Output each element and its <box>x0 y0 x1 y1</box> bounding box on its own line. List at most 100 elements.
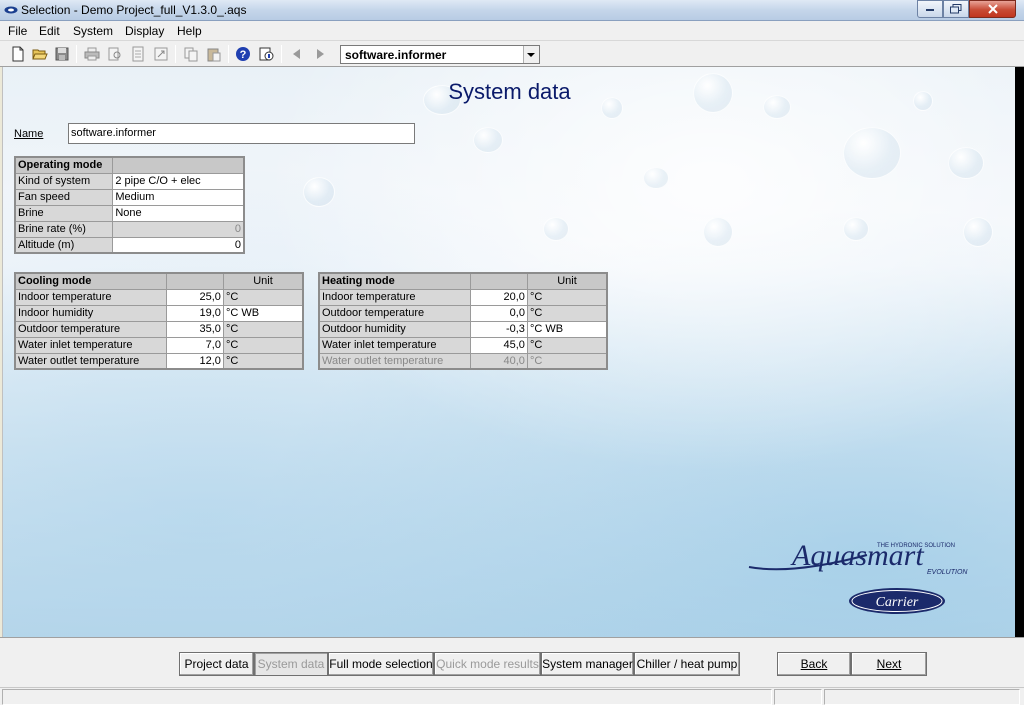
cooling-mode-grid: Cooling mode Unit Indoor temperature 25,… <box>14 272 304 370</box>
project-select-value: software.informer <box>345 48 447 62</box>
cooling-water-inlet-unit: °C <box>222 336 304 354</box>
quick-mode-results-button[interactable]: Quick mode results <box>434 652 541 676</box>
background-bubble <box>643 167 669 189</box>
fan-speed-value[interactable]: Medium <box>112 188 245 206</box>
heating-value-header <box>469 272 528 290</box>
cooling-indoor-humidity-unit[interactable]: °C WB <box>222 304 304 322</box>
cooling-water-inlet-value[interactable]: 7,0 <box>165 336 224 354</box>
title-bar: Selection - Demo Project_full_V1.3.0_.aq… <box>0 0 1024 21</box>
info-icon[interactable] <box>258 46 274 62</box>
chiller-heat-pump-button[interactable]: Chiller / heat pump <box>634 652 740 676</box>
cooling-indoor-humidity-label: Indoor humidity <box>14 304 167 322</box>
back-button[interactable]: Back <box>777 652 851 676</box>
export-icon[interactable] <box>153 46 169 62</box>
paste-icon[interactable] <box>206 46 222 62</box>
right-edge-bar <box>1015 67 1024 637</box>
kind-of-system-value[interactable]: 2 pipe C/O + elec <box>112 172 245 190</box>
cooling-water-inlet-label: Water inlet temperature <box>14 336 167 354</box>
next-button[interactable]: Next <box>851 652 927 676</box>
cooling-outdoor-temperature-unit: °C <box>222 320 304 338</box>
status-panel-main <box>2 689 772 705</box>
cooling-indoor-temperature-label: Indoor temperature <box>14 288 167 306</box>
main-panel: System data Name software.informer Opera… <box>2 67 1015 637</box>
system-manager-button[interactable]: System manager <box>541 652 634 676</box>
fan-speed-label: Fan speed <box>14 188 114 206</box>
toolbar-separator <box>281 45 282 63</box>
operating-mode-header-blank <box>112 156 245 174</box>
heating-outdoor-humidity-unit[interactable]: °C WB <box>526 320 608 338</box>
menu-system[interactable]: System <box>71 24 115 38</box>
cooling-water-outlet-label: Water outlet temperature <box>14 352 167 370</box>
full-mode-selection-button[interactable]: Full mode selection <box>328 652 434 676</box>
toolbar: ? software.informer <box>0 41 1024 67</box>
report-icon[interactable] <box>130 46 146 62</box>
logo-sub-text: EVOLUTION <box>927 569 968 576</box>
restore-button[interactable] <box>943 0 969 18</box>
logo-tagline-text: THE HYDRONIC SOLUTION <box>877 543 955 549</box>
toolbar-separator <box>175 45 176 63</box>
heating-unit-header: Unit <box>526 272 608 290</box>
bottom-nav-bar: Project data System data Full mode selec… <box>0 637 1024 687</box>
chevron-down-icon <box>527 53 535 57</box>
close-button[interactable] <box>969 0 1016 18</box>
kind-of-system-label: Kind of system <box>14 172 114 190</box>
print-icon[interactable] <box>84 46 100 62</box>
new-file-icon[interactable] <box>10 46 26 62</box>
name-input[interactable]: software.informer <box>68 123 415 144</box>
logo-maker-text: Carrier <box>876 595 919 610</box>
cooling-water-outlet-value[interactable]: 12,0 <box>165 352 224 370</box>
cooling-outdoor-temperature-value[interactable]: 35,0 <box>165 320 224 338</box>
menu-file[interactable]: File <box>6 24 29 38</box>
menu-edit[interactable]: Edit <box>37 24 62 38</box>
altitude-value[interactable]: 0 <box>112 236 245 254</box>
heating-water-outlet-unit: °C <box>526 352 608 370</box>
cooling-indoor-humidity-value[interactable]: 19,0 <box>165 304 224 322</box>
heating-mode-grid: Heating mode Unit Indoor temperature 20,… <box>318 272 608 370</box>
brine-value[interactable]: None <box>112 204 245 222</box>
help-icon[interactable]: ? <box>235 46 251 62</box>
heating-outdoor-temperature-label: Outdoor temperature <box>318 304 471 322</box>
heating-outdoor-temperature-value[interactable]: 0,0 <box>469 304 528 322</box>
cooling-water-outlet-unit: °C <box>222 352 304 370</box>
cooling-indoor-temperature-value[interactable]: 25,0 <box>165 288 224 306</box>
window-title: Selection - Demo Project_full_V1.3.0_.aq… <box>21 3 247 17</box>
restore-icon <box>950 4 962 14</box>
heating-outdoor-humidity-label: Outdoor humidity <box>318 320 471 338</box>
close-icon <box>987 4 998 14</box>
brine-rate-value: 0 <box>112 220 245 238</box>
heating-mode-header: Heating mode <box>318 272 471 290</box>
menu-bar: File Edit System Display Help <box>0 21 1024 41</box>
system-data-button[interactable]: System data <box>254 652 328 676</box>
project-data-button[interactable]: Project data <box>179 652 254 676</box>
project-select[interactable]: software.informer <box>340 45 540 64</box>
background-bubble <box>843 127 901 179</box>
heating-water-inlet-unit: °C <box>526 336 608 354</box>
cooling-unit-header: Unit <box>222 272 304 290</box>
background-bubble <box>843 217 869 241</box>
toolbar-separator <box>228 45 229 63</box>
background-bubble <box>703 217 733 247</box>
dropdown-arrow[interactable] <box>523 46 539 63</box>
print-preview-icon[interactable] <box>107 46 123 62</box>
heating-outdoor-temperature-unit: °C <box>526 304 608 322</box>
background-bubble <box>963 217 993 247</box>
back-arrow-icon[interactable] <box>289 46 305 62</box>
heating-water-inlet-value[interactable]: 45,0 <box>469 336 528 354</box>
name-label-text: Name <box>14 128 44 140</box>
heating-water-outlet-label: Water outlet temperature <box>318 352 471 370</box>
heating-indoor-temperature-unit: °C <box>526 288 608 306</box>
minimize-button[interactable] <box>917 0 943 18</box>
menu-help[interactable]: Help <box>175 24 204 38</box>
heating-indoor-temperature-label: Indoor temperature <box>318 288 471 306</box>
status-panel-tertiary <box>824 689 1020 705</box>
heating-outdoor-humidity-value[interactable]: -0,3 <box>469 320 528 338</box>
cooling-mode-header: Cooling mode <box>14 272 167 290</box>
save-icon[interactable] <box>54 46 70 62</box>
menu-display[interactable]: Display <box>123 24 166 38</box>
open-folder-icon[interactable] <box>32 46 48 62</box>
heating-water-outlet-value: 40,0 <box>469 352 528 370</box>
forward-arrow-icon[interactable] <box>312 46 328 62</box>
status-panel-secondary <box>774 689 822 705</box>
copy-icon[interactable] <box>183 46 199 62</box>
heating-indoor-temperature-value[interactable]: 20,0 <box>469 288 528 306</box>
